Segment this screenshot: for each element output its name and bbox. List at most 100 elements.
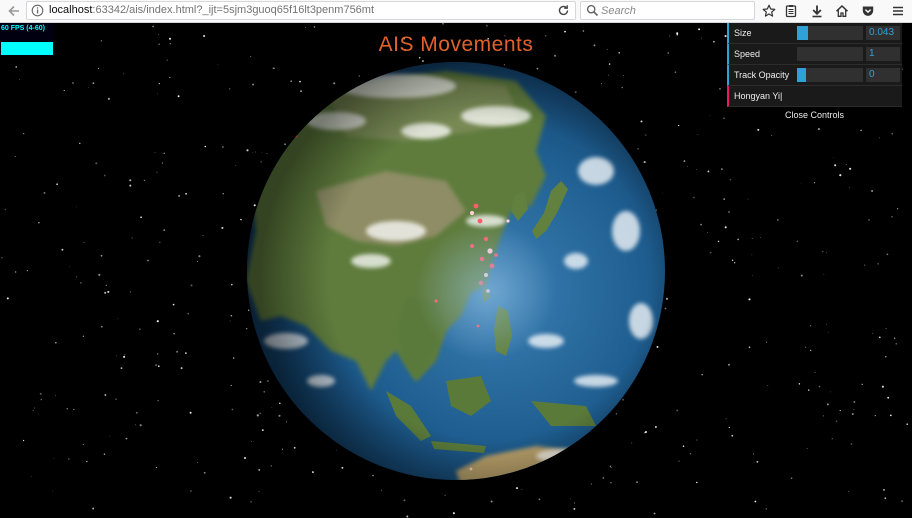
bookmark-button[interactable] [758,0,780,22]
star [140,216,142,219]
star [43,191,46,194]
star [861,383,863,385]
star [304,26,306,28]
star [125,437,128,440]
star [230,384,232,386]
star [765,341,767,343]
star [693,196,695,199]
star [442,23,444,25]
star [697,134,699,136]
star [76,206,77,208]
star [696,481,698,484]
back-arrow-icon [8,5,19,17]
star [161,162,163,164]
star [610,482,612,484]
star [221,226,224,229]
star [727,210,731,214]
star [157,93,158,95]
pocket-button[interactable] [857,0,879,22]
star [159,241,161,243]
downloads-button[interactable] [806,0,828,22]
star [709,115,711,116]
reading-list-icon [785,5,797,18]
star [444,494,446,496]
url-text[interactable]: localhost:63342/ais/index.html?_ijt=5sjm… [49,3,374,18]
star [833,157,835,158]
globe-viewport[interactable]: AIS Movements 60 FPS (4-60) Size 0.043 S… [0,23,912,518]
star [805,346,807,348]
star [98,273,101,276]
star-icon [762,4,776,17]
earth-globe[interactable] [246,61,666,481]
star [4,208,6,211]
star [695,168,697,170]
star [52,457,54,459]
star [895,342,898,345]
star [76,276,78,278]
name-text-input[interactable]: Hongyan Yi| [733,88,897,104]
star [34,407,36,409]
back-button[interactable] [3,0,25,22]
star [163,152,165,154]
star [810,349,812,352]
star [734,262,736,264]
star [826,324,827,326]
star [82,335,85,337]
star [178,194,181,197]
pocket-icon [862,6,874,16]
star [582,30,585,32]
star [877,263,879,265]
speed-value-input[interactable]: 1 [866,47,900,61]
search-bar[interactable] [580,1,755,20]
star [767,385,769,386]
fps-meter[interactable]: 60 FPS (4-60) [0,23,54,56]
track-opacity-slider[interactable] [797,68,863,82]
star [69,266,70,267]
star [154,152,156,154]
star [665,297,669,300]
star [748,298,751,301]
star [176,350,179,353]
star [881,385,884,388]
star [573,507,576,510]
reading-list-button[interactable] [780,0,802,22]
track-opacity-value-input[interactable]: 0 [866,68,900,82]
speed-slider[interactable] [797,47,863,61]
info-icon[interactable] [31,4,44,17]
star [115,354,117,356]
star [515,487,519,490]
star [80,282,82,284]
url-bar[interactable]: localhost:63342/ais/index.html?_ijt=5sjm… [26,1,576,20]
star [817,128,820,131]
reload-icon[interactable] [556,3,571,18]
search-input[interactable] [601,3,751,18]
star [723,198,726,200]
star [755,497,756,499]
star [826,252,827,254]
star [701,373,704,376]
menu-button[interactable] [887,0,909,22]
star [721,168,723,170]
star [124,354,126,356]
star [235,165,237,167]
close-controls-button[interactable]: Close Controls [727,107,902,123]
star [189,411,192,414]
star [906,423,909,426]
size-value-input[interactable]: 0.043 [866,26,900,40]
star [95,162,98,165]
star [73,408,75,411]
star [240,218,242,221]
star [724,226,727,229]
star [185,352,187,354]
star [86,461,88,463]
star [123,355,126,358]
star [129,179,132,182]
star [725,418,727,420]
size-slider[interactable] [797,26,863,40]
home-icon [835,4,849,17]
star [406,515,409,518]
home-button[interactable] [831,0,853,22]
star [204,145,207,148]
star [147,259,149,262]
star [232,357,235,359]
